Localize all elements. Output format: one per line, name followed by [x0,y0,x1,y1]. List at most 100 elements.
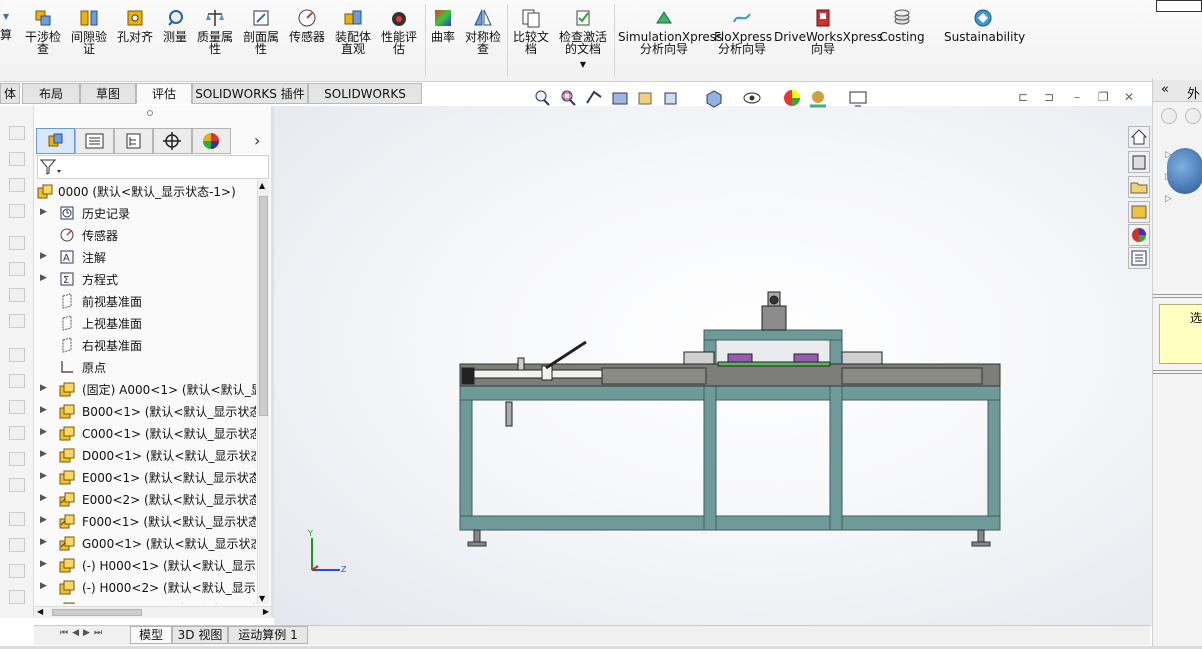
last-tab-icon[interactable]: ⏭ [94,628,106,638]
scroll-up-icon[interactable]: ▲ [259,181,265,190]
toolbar-icon[interactable] [9,512,25,526]
expand-arrow-icon[interactable]: ▶ [40,581,47,591]
view-settings-icon[interactable] [848,88,868,108]
tree-vertical-scrollbar[interactable]: ▲ ▼ [257,180,269,604]
tree-item[interactable]: ▶ Σ 方程式 [34,268,256,290]
compare-documents-button[interactable]: 比较文 档 [510,8,552,55]
panel-grip-icon[interactable] [147,110,153,116]
solidworks-resources-icon[interactable] [1128,126,1150,148]
forward-icon[interactable] [1185,108,1201,124]
toolbar-icon[interactable] [9,374,25,388]
restore-icon[interactable]: ❐ [1098,90,1109,104]
tree-item[interactable]: ▶ E000<1> (默认<默认_显示状态- [34,466,256,488]
back-icon[interactable] [1161,108,1177,124]
design-library-icon[interactable] [1128,151,1150,173]
tab-layout[interactable]: 布局 [22,83,80,104]
display-style-icon[interactable] [704,88,724,108]
tree-item[interactable]: ▶ G000<1> (默认<默认_显示状态 [34,532,256,554]
toolbar-icon[interactable] [9,452,25,466]
performance-evaluation-button[interactable]: 性能评 估 [378,8,420,55]
toolbar-icon[interactable] [9,426,25,440]
minimize-icon[interactable]: – [1074,90,1080,104]
chevron-right-icon[interactable]: › [254,131,260,150]
expand-arrow-icon[interactable]: ▶ [40,207,47,217]
tab-body[interactable]: 体 [0,83,20,104]
section-properties-button[interactable]: 剖面属 性 [240,8,282,55]
tree-item[interactable]: ▶ 历史记录 [34,202,256,224]
tree-item[interactable]: ▶ F000<1> (默认<默认_显示状态- [34,510,256,532]
section-view-icon[interactable] [610,88,630,108]
file-explorer-icon[interactable] [1128,176,1150,198]
symmetry-check-button[interactable]: 对称检 查 [462,8,504,55]
appearances-icon[interactable] [1128,224,1150,246]
toolbar-icon[interactable] [9,538,25,552]
toolbar-icon[interactable] [9,478,25,492]
expand-arrow-icon[interactable]: ▶ [40,493,47,503]
prev-tab-icon[interactable]: ◀ [72,628,83,638]
filter-icon[interactable] [38,156,64,178]
tab-motion-study[interactable]: 运动算例 1 [228,626,308,644]
tree-item[interactable]: ▶ (固定) A000<1> (默认<默认_显示 [34,378,256,400]
tab-3d-views[interactable]: 3D 视图 [172,626,228,644]
tab-dimxpert-manager[interactable] [153,128,192,154]
zoom-to-area-icon[interactable] [558,88,578,108]
tab-feature-tree[interactable] [36,128,75,154]
scroll-thumb[interactable] [259,196,268,416]
tree-item[interactable]: ▶ (-) H000<1> (默认<默认_显示状 [34,554,256,576]
tree-filter-bar[interactable] [37,155,269,179]
expand-arrow-icon[interactable]: ▶ [40,537,47,547]
toolbar-icon[interactable] [9,400,25,414]
driveworksxpress-button[interactable]: DriveWorksXpress 向导 [774,8,883,55]
tree-item[interactable]: 前视基准面 [34,290,256,312]
tab-solidworks-addins[interactable]: SOLIDWORKS 插件 [192,83,308,104]
tree-item[interactable]: ▶ A 注解 [34,246,256,268]
expand-arrow-icon[interactable]: ▶ [40,273,47,283]
sustainability-button[interactable]: Sustainability [944,8,1025,43]
toolbar-icon[interactable] [9,314,25,328]
collapse-pane-icon[interactable]: « [1161,82,1169,97]
tree-item[interactable]: ▶ (-) H000<2> (默认<默认_显示状 [34,576,256,598]
mass-properties-button[interactable]: 质量属 性 [194,8,236,55]
custom-properties-icon[interactable] [1128,247,1150,269]
tab-model[interactable]: 模型 [130,626,172,644]
previous-view-icon[interactable] [584,88,604,108]
measure-button[interactable]: 测量 [160,8,190,43]
expand-arrow-icon[interactable]: ▶ [40,559,47,569]
expand-arrow-icon[interactable]: ▶ [40,251,47,261]
tab-property-manager[interactable] [75,128,114,154]
tab-solidworks-mbd[interactable]: SOLIDWORKS MBD [308,83,422,121]
previous-document-icon[interactable]: ⊏ [1018,90,1028,104]
expand-arrow-icon[interactable]: ▷ [1165,194,1172,204]
view-palette-icon[interactable] [1128,201,1150,223]
toolbar-icon[interactable] [9,348,25,362]
tab-configuration-manager[interactable] [114,128,153,154]
view-orientation-icon[interactable] [662,88,682,108]
scroll-down-icon[interactable]: ▼ [259,594,265,603]
simulationxpress-button[interactable]: SimulationXpress 分析向导 [618,8,722,55]
floxpress-button[interactable]: FloXpress 分析向导 [714,8,772,55]
tab-sketch[interactable]: 草图 [80,83,136,104]
sensor-button[interactable]: 传感器 [287,8,327,43]
tree-root[interactable]: 0000 (默认<默认_显示状态-1>) [34,180,256,202]
costing-button[interactable]: Costing [876,8,928,43]
apply-scene-icon[interactable] [808,88,828,108]
toolbar-icon[interactable] [9,236,25,250]
scroll-left-icon[interactable]: ◀ [37,607,43,616]
hide-show-items-icon[interactable] [742,88,762,108]
zoom-to-fit-icon[interactable] [532,88,552,108]
toolbar-icon[interactable] [9,262,25,276]
edit-appearance-icon[interactable] [782,88,802,108]
toolbar-icon[interactable] [9,178,25,192]
tree-horizontal-scrollbar[interactable]: ◀ ▶ [34,606,272,618]
expand-arrow-icon[interactable]: ▶ [40,603,47,604]
tree-item[interactable]: 右视基准面 [34,334,256,356]
expand-arrow-icon[interactable]: ▶ [40,449,47,459]
first-tab-icon[interactable]: ⏮ [60,628,72,638]
expand-arrow-icon[interactable]: ▶ [40,405,47,415]
tab-display-manager[interactable] [192,128,231,154]
toolbar-icon[interactable] [9,590,25,604]
toolbar-icon[interactable] [9,564,25,578]
toolbar-icon[interactable] [9,152,25,166]
graphics-viewport[interactable]: Y Z [274,106,1154,626]
tab-evaluate[interactable]: 评估 [136,83,192,104]
